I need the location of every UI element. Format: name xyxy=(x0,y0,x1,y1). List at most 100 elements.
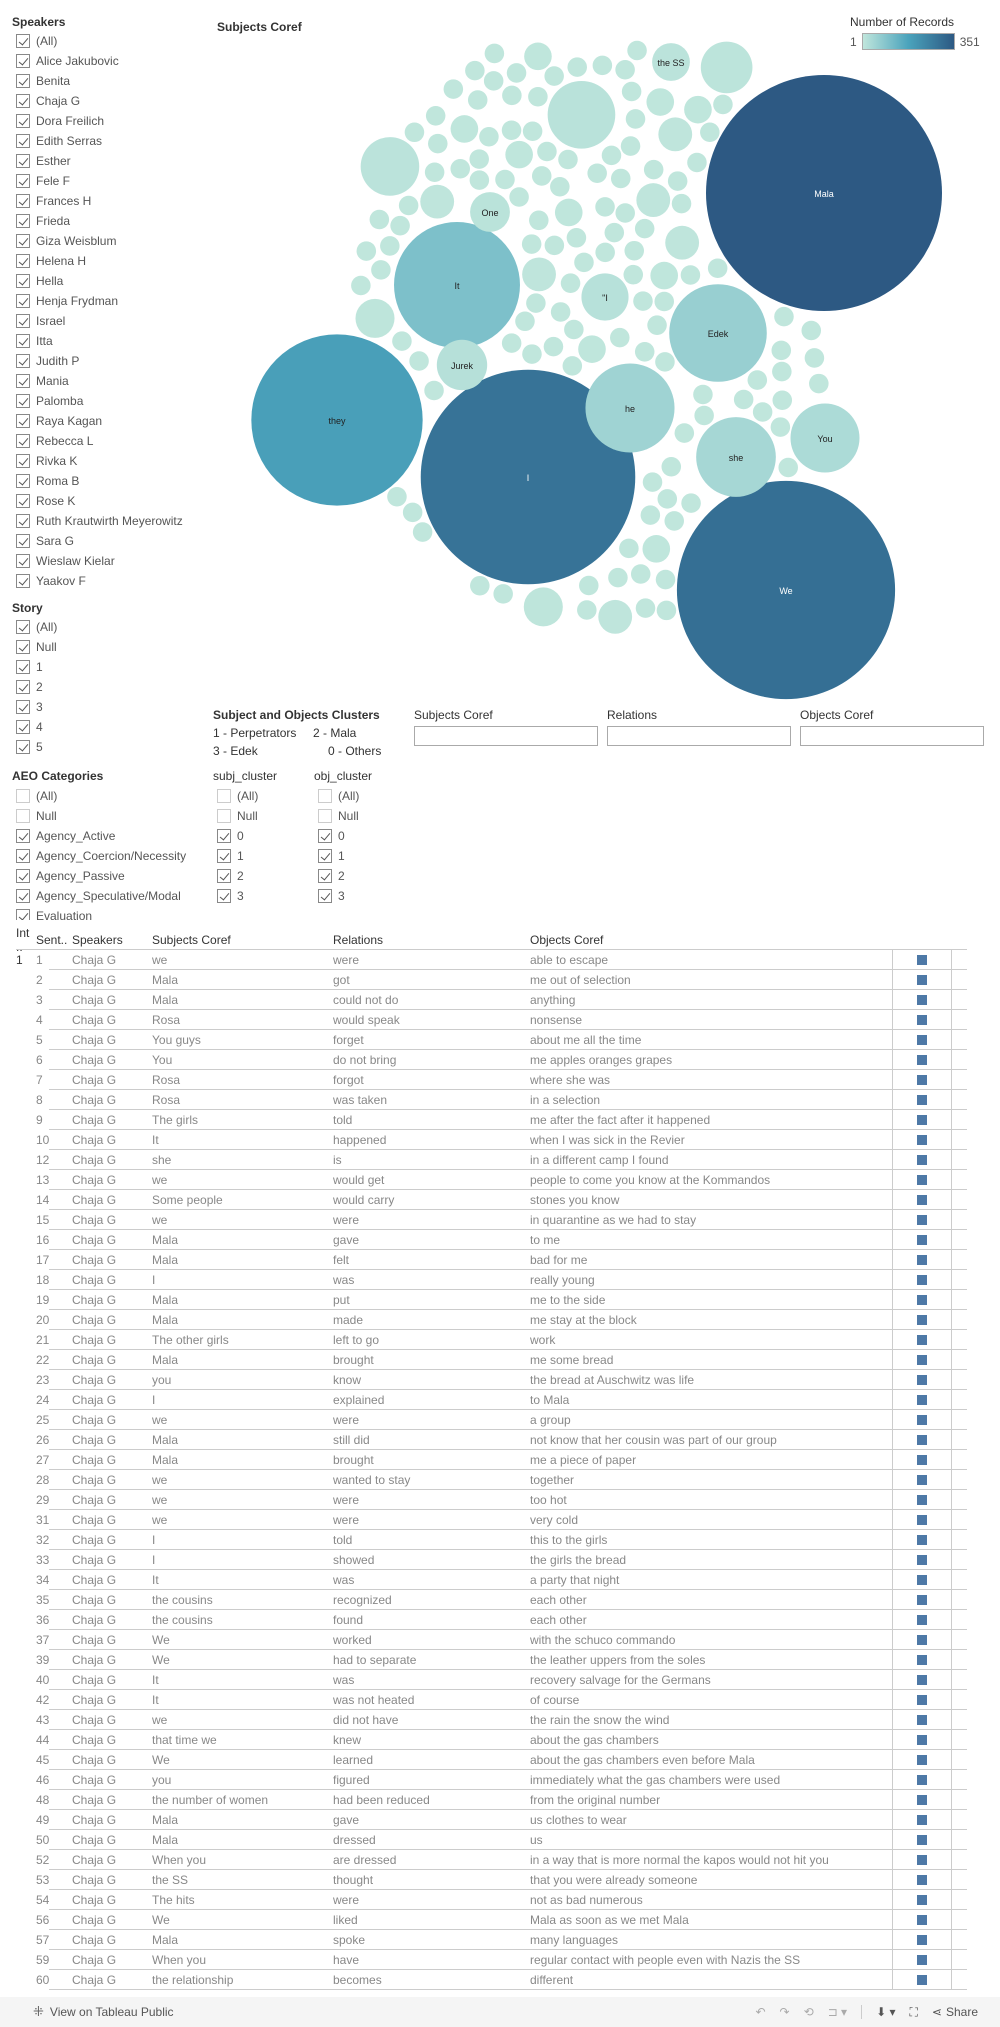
col-relations[interactable]: Relations xyxy=(333,933,530,947)
mark-cell[interactable] xyxy=(892,1750,952,1770)
bubble[interactable] xyxy=(772,361,792,382)
aeo-option[interactable]: Agency_Speculative/Modal xyxy=(12,886,212,906)
checkbox[interactable] xyxy=(318,789,332,803)
checkbox[interactable] xyxy=(16,534,30,548)
bubble[interactable] xyxy=(650,261,679,290)
speakers-option[interactable]: Rivka K xyxy=(12,451,212,471)
bubble[interactable] xyxy=(470,575,490,596)
bubble[interactable] xyxy=(428,133,448,154)
mark-cell[interactable] xyxy=(892,970,952,990)
bubble[interactable] xyxy=(424,162,445,183)
checkbox[interactable] xyxy=(318,849,332,863)
bubble[interactable] xyxy=(523,587,563,627)
bubble[interactable] xyxy=(595,197,615,217)
story-option[interactable]: 4 xyxy=(12,717,162,737)
speakers-option[interactable]: Raya Kagan xyxy=(12,411,212,431)
aeo-option[interactable]: Null xyxy=(12,806,212,826)
speakers-option[interactable]: Israel xyxy=(12,311,212,331)
bubble[interactable] xyxy=(360,137,420,196)
mark-cell[interactable] xyxy=(892,1850,952,1870)
bubble[interactable] xyxy=(771,340,792,361)
mark-cell[interactable] xyxy=(892,1170,952,1190)
mark-cell[interactable] xyxy=(892,1790,952,1810)
mark-cell[interactable] xyxy=(892,1810,952,1830)
mark-cell[interactable] xyxy=(892,1690,952,1710)
table-row[interactable]: 27 Chaja G Mala brought me a piece of paper xyxy=(0,1450,1000,1470)
bubble[interactable] xyxy=(522,344,542,364)
story-option[interactable]: Null xyxy=(12,637,162,657)
table-row[interactable]: 18 Chaja G Iwas really young xyxy=(0,1270,1000,1290)
checkbox[interactable] xyxy=(217,889,231,903)
bubble[interactable] xyxy=(543,336,564,357)
table-row[interactable]: 15 Chaja G we were in quarantine as we had t… xyxy=(0,1210,1000,1230)
checkbox[interactable] xyxy=(217,809,231,823)
bubble[interactable] xyxy=(654,291,674,312)
speakers-option[interactable]: Alice Jakubovic xyxy=(12,51,212,71)
table-row[interactable]: 13 Chaja G we would get people to come you k… xyxy=(0,1170,1000,1190)
mark-cell[interactable] xyxy=(892,1030,952,1050)
speakers-option[interactable]: Roma B xyxy=(12,471,212,491)
mark-cell[interactable] xyxy=(892,1510,952,1530)
bubble[interactable] xyxy=(774,306,794,327)
checkbox[interactable] xyxy=(16,354,30,368)
bubble[interactable] xyxy=(537,141,557,162)
bubble[interactable] xyxy=(550,302,571,322)
bubble[interactable] xyxy=(483,71,504,91)
bubble[interactable] xyxy=(647,315,667,335)
bubble[interactable] xyxy=(564,319,584,340)
bubble[interactable] xyxy=(598,599,633,634)
table-row[interactable]: 35 Chaja G the cousins recognized each other xyxy=(0,1590,1000,1610)
checkbox[interactable] xyxy=(16,720,30,734)
bubble[interactable] xyxy=(425,106,446,126)
bubble[interactable] xyxy=(610,327,630,348)
mark-cell[interactable] xyxy=(892,1550,952,1570)
bubble[interactable] xyxy=(443,79,464,99)
checkbox[interactable] xyxy=(16,34,30,48)
col-speakers[interactable]: Speakers xyxy=(72,933,152,947)
table-row[interactable]: 1 1 Chaja G we were able to escape xyxy=(0,950,1000,970)
bubble[interactable] xyxy=(634,218,655,239)
bubble[interactable] xyxy=(566,228,587,248)
table-row[interactable]: 54 Chaja G The hits were not as bad numerous xyxy=(0,1890,1000,1910)
subj_cluster-option[interactable]: Null xyxy=(213,806,313,826)
checkbox[interactable] xyxy=(16,454,30,468)
bubble[interactable] xyxy=(608,567,628,588)
aeo-option[interactable]: Agency_Coercion/Necessity xyxy=(12,846,212,866)
checkbox[interactable] xyxy=(16,700,30,714)
bubble[interactable] xyxy=(579,575,599,596)
checkbox[interactable] xyxy=(318,809,332,823)
bubble[interactable] xyxy=(522,121,543,142)
bubble[interactable] xyxy=(747,370,768,390)
checkbox[interactable] xyxy=(16,54,30,68)
bubble[interactable] xyxy=(615,203,635,223)
checkbox[interactable] xyxy=(16,394,30,408)
checkbox[interactable] xyxy=(16,554,30,568)
speakers-option[interactable]: Sara G xyxy=(12,531,212,551)
mark-cell[interactable] xyxy=(892,1290,952,1310)
checkbox[interactable] xyxy=(217,789,231,803)
bubble[interactable] xyxy=(661,456,682,477)
checkbox[interactable] xyxy=(217,849,231,863)
checkbox[interactable] xyxy=(16,214,30,228)
bubble[interactable] xyxy=(479,127,499,147)
story-option[interactable]: 1 xyxy=(12,657,162,677)
bubble[interactable] xyxy=(635,598,656,618)
bubble[interactable] xyxy=(640,505,661,525)
bubble[interactable] xyxy=(550,176,570,197)
bubble[interactable] xyxy=(700,122,720,143)
bubble[interactable] xyxy=(574,252,594,273)
mark-cell[interactable] xyxy=(892,1350,952,1370)
mark-cell[interactable] xyxy=(892,1470,952,1490)
table-row[interactable]: 5 Chaja G You guys forget about me all the t… xyxy=(0,1030,1000,1050)
bubble[interactable] xyxy=(694,405,714,426)
mark-cell[interactable] xyxy=(892,1490,952,1510)
table-row[interactable]: 7 Chaja G Rosa forgot where she was xyxy=(0,1070,1000,1090)
download-icon[interactable]: ⬇ ▾ xyxy=(876,2005,895,2019)
bubble[interactable] xyxy=(515,311,535,332)
table-row[interactable]: 39 Chaja G We had to separate the leather up… xyxy=(0,1650,1000,1670)
table-row[interactable]: 17 Chaja G Mala felt bad for me xyxy=(0,1250,1000,1270)
bubble[interactable] xyxy=(578,335,606,363)
checkbox[interactable] xyxy=(318,869,332,883)
bubble[interactable] xyxy=(356,241,377,261)
bubble[interactable] xyxy=(665,225,700,260)
